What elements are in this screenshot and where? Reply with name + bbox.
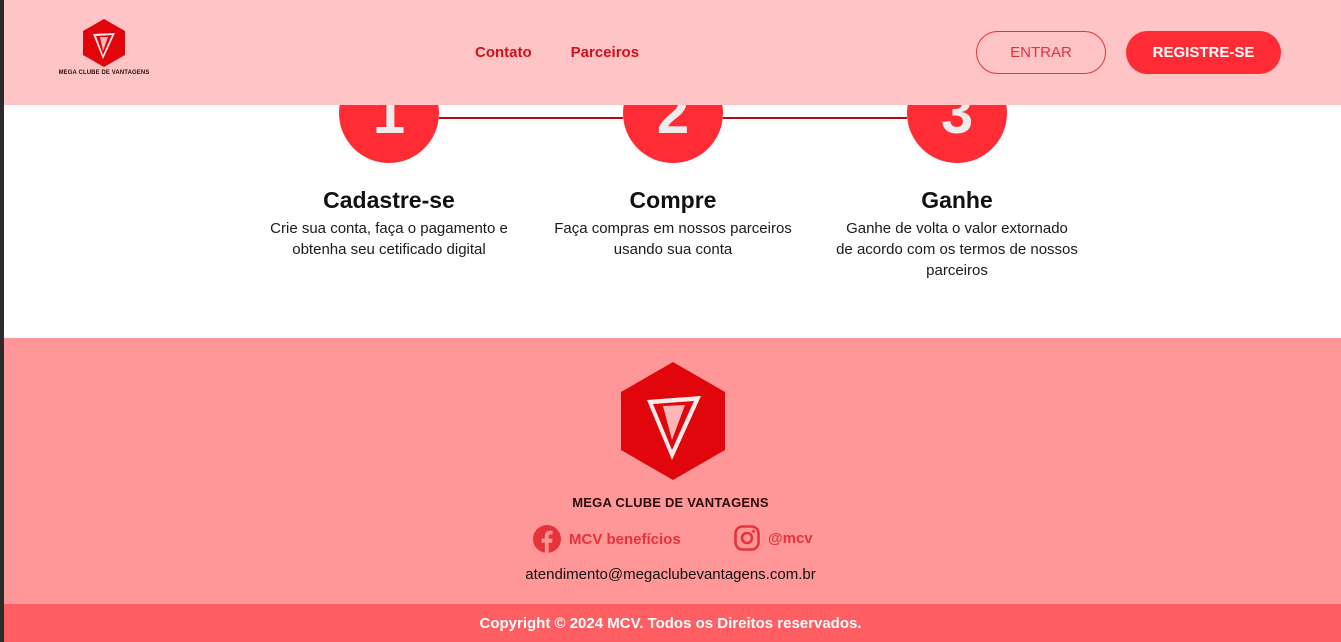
step-description-line: de acordo com os termos de nossos: [836, 241, 1078, 258]
step-description-line: obtenha seu cetificado digital: [292, 241, 486, 258]
login-button[interactable]: ENTRAR: [976, 31, 1106, 74]
footer-brand-text: MEGA CLUBE DE VANTAGENS: [572, 495, 769, 510]
page: 1 2 3 Cadastre-se Crie sua conta, faça o…: [0, 0, 1341, 642]
register-button[interactable]: REGISTRE-SE: [1126, 31, 1281, 74]
step-description-line: Ganhe de volta o valor extornado: [846, 220, 1068, 237]
site-header: MEGA CLUBE DE VANTAGENS Contato Parceiro…: [0, 0, 1341, 105]
step-title: Ganhe: [921, 187, 993, 213]
step-cadastre: Cadastre-se Crie sua conta, faça o pagam…: [254, 186, 524, 260]
step-description: Crie sua conta, faça o pagamento e obten…: [254, 218, 524, 260]
step-ganhe: Ganhe Ganhe de volta o valor extornado d…: [822, 186, 1092, 281]
step-compre: Compre Faça compras em nossos parceiros …: [538, 186, 808, 260]
step-connector-line: [439, 117, 623, 119]
step-description: Faça compras em nossos parceiros usando …: [538, 218, 808, 260]
instagram-label: @mcv: [768, 529, 813, 547]
step-description-line: parceiros: [926, 262, 988, 279]
logo-hexagon-icon: [83, 19, 125, 67]
step-description: Ganhe de volta o valor extornado de acor…: [822, 218, 1092, 281]
step-title: Compre: [629, 187, 717, 213]
step-connector-line: [723, 117, 907, 119]
step-description-line: Faça compras em nossos parceiros: [554, 220, 792, 237]
nav-parceiros[interactable]: Parceiros: [571, 44, 639, 61]
facebook-icon: [533, 525, 561, 553]
facebook-label: MCV benefícios: [569, 530, 681, 548]
step-title: Cadastre-se: [323, 187, 455, 213]
header-logo[interactable]: MEGA CLUBE DE VANTAGENS: [59, 18, 149, 76]
instagram-icon: [734, 525, 760, 551]
main-nav: Contato Parceiros: [475, 44, 639, 61]
copyright-text: Copyright © 2024 MCV. Todos os Direitos …: [479, 614, 862, 632]
copyright-bar: Copyright © 2024 MCV. Todos os Direitos …: [0, 604, 1341, 642]
facebook-link[interactable]: MCV benefícios: [533, 525, 681, 553]
contact-email[interactable]: atendimento@megaclubevantagens.com.br: [0, 566, 1341, 583]
site-footer: MEGA CLUBE DE VANTAGENS MCV benefícios @…: [0, 338, 1341, 604]
nav-contato[interactable]: Contato: [475, 44, 532, 61]
step-description-line: usando sua conta: [613, 241, 733, 258]
step-description-line: Crie sua conta, faça o pagamento e: [270, 220, 508, 237]
window-edge: [0, 0, 4, 642]
logo-hexagon-icon: [621, 362, 725, 480]
header-logo-text: MEGA CLUBE DE VANTAGENS: [58, 70, 150, 76]
instagram-link[interactable]: @mcv: [734, 525, 813, 551]
